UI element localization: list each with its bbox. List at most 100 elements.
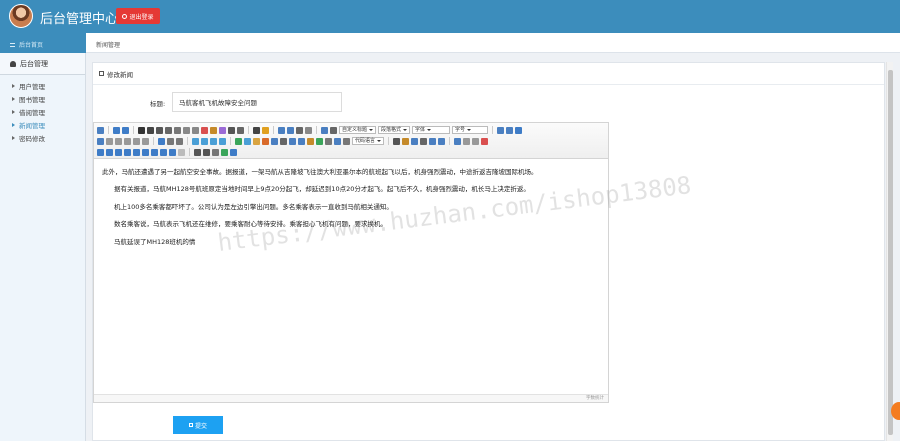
sidebar-item-books[interactable]: 图书管理 xyxy=(0,92,85,105)
split-rows-icon[interactable] xyxy=(160,148,167,156)
format-match-icon[interactable] xyxy=(210,126,217,134)
attachment-icon[interactable] xyxy=(280,137,287,145)
insert-video-icon[interactable] xyxy=(271,137,278,145)
delete-col-icon[interactable] xyxy=(115,148,122,156)
font-size-select[interactable]: 字号 xyxy=(452,126,489,134)
submit-button[interactable]: 提交 xyxy=(173,416,223,434)
insert-image-icon[interactable] xyxy=(244,137,251,145)
delete-table-icon[interactable] xyxy=(463,137,471,145)
subscript-icon[interactable] xyxy=(192,126,199,134)
horizontal-icon[interactable] xyxy=(393,137,401,145)
insert-frame-icon[interactable] xyxy=(298,137,305,145)
strikethrough-icon[interactable] xyxy=(174,126,181,134)
sidebar-item-label: 借阅管理 xyxy=(19,108,45,117)
snapscreen-icon[interactable] xyxy=(429,137,437,145)
simple-upload-icon[interactable] xyxy=(235,137,242,145)
blockquote-icon[interactable] xyxy=(228,126,235,134)
line-height-icon[interactable] xyxy=(330,126,337,134)
split-cols-icon[interactable] xyxy=(169,148,176,156)
source-icon[interactable] xyxy=(97,126,104,134)
pasteplain-icon[interactable] xyxy=(237,126,244,134)
spechars-icon[interactable] xyxy=(420,137,428,145)
chart-icon[interactable] xyxy=(178,148,185,156)
image-none-icon[interactable] xyxy=(192,137,199,145)
back-color-icon[interactable] xyxy=(262,126,269,134)
rich-text-editor[interactable]: 自定义标题 段落格式 字体 字号 代码语言 此外，马航还遭遇了另一起航空安全事故… xyxy=(93,122,609,403)
align-left-icon[interactable] xyxy=(97,137,104,145)
template-icon[interactable] xyxy=(334,137,341,145)
background-icon[interactable] xyxy=(343,137,350,145)
insert-row-icon[interactable] xyxy=(481,137,489,145)
avatar[interactable] xyxy=(9,4,33,28)
align-center-icon[interactable] xyxy=(106,137,113,145)
custom-style-select[interactable]: 自定义标题 xyxy=(339,126,377,134)
sidebar-home-link[interactable]: 后台首页 xyxy=(0,33,86,53)
superscript-icon[interactable] xyxy=(183,126,190,134)
title-input[interactable] xyxy=(172,92,342,112)
link-icon[interactable] xyxy=(158,137,165,145)
logout-button[interactable]: 退出登录 xyxy=(116,8,160,24)
help-icon[interactable] xyxy=(230,148,237,156)
insert-col-icon[interactable] xyxy=(106,148,113,156)
code-language-select[interactable]: 代码语言 xyxy=(352,137,385,145)
map-icon[interactable] xyxy=(289,137,296,145)
tolowercase-icon[interactable] xyxy=(142,137,149,145)
sidebar-title[interactable]: 后台管理 xyxy=(0,53,85,75)
remove-format-icon[interactable] xyxy=(201,126,208,134)
toolbar-separator xyxy=(108,126,109,134)
scrollbar-thumb[interactable] xyxy=(888,70,893,435)
directionality-ltr-icon[interactable] xyxy=(497,126,505,134)
unlink-icon[interactable] xyxy=(167,137,174,145)
webapp-icon[interactable] xyxy=(316,137,323,145)
editor-content[interactable]: 此外，马航还遭遇了另一起航空安全事故。据报道，一架马航从吉隆坡飞往澳大利亚墨尔本… xyxy=(94,159,608,264)
sidebar-item-password[interactable]: 密码修改 xyxy=(0,131,85,144)
ordered-list-icon[interactable] xyxy=(278,126,285,134)
anchor-icon[interactable] xyxy=(176,137,183,145)
directionality-rtl-icon[interactable] xyxy=(506,126,514,134)
clear-doc-icon[interactable] xyxy=(305,126,312,134)
insert-code-icon[interactable] xyxy=(307,137,314,145)
time-icon[interactable] xyxy=(411,137,419,145)
font-family-select[interactable]: 字体 xyxy=(412,126,451,134)
align-justify-icon[interactable] xyxy=(124,137,131,145)
emotion-icon[interactable] xyxy=(253,137,260,145)
drafts-icon[interactable] xyxy=(221,148,228,156)
image-center-icon[interactable] xyxy=(219,137,226,145)
wordimage-icon[interactable] xyxy=(438,137,446,145)
auto-typeset-icon[interactable] xyxy=(219,126,226,134)
border-icon[interactable] xyxy=(165,126,172,134)
select-all-icon[interactable] xyxy=(296,126,303,134)
bold-icon[interactable] xyxy=(138,126,145,134)
print-icon[interactable] xyxy=(194,148,201,156)
insert-table-icon[interactable] xyxy=(454,137,462,145)
font-color-icon[interactable] xyxy=(253,126,260,134)
image-right-icon[interactable] xyxy=(210,137,217,145)
merge-right-icon[interactable] xyxy=(133,148,140,156)
split-cells-icon[interactable] xyxy=(151,148,158,156)
page-scrollbar[interactable] xyxy=(886,62,893,441)
underline-icon[interactable] xyxy=(156,126,163,134)
touppercase-icon[interactable] xyxy=(133,137,140,145)
scrawl-icon[interactable] xyxy=(262,137,269,145)
delete-row-icon[interactable] xyxy=(97,148,104,156)
redo-icon[interactable] xyxy=(122,126,129,134)
merge-cells-icon[interactable] xyxy=(124,148,131,156)
paragraph-select[interactable]: 段落格式 xyxy=(378,126,411,134)
sidebar-item-users[interactable]: 用户管理 xyxy=(0,79,85,92)
sidebar-item-borrow[interactable]: 借阅管理 xyxy=(0,105,85,118)
search-replace-icon[interactable] xyxy=(212,148,219,156)
unordered-list-icon[interactable] xyxy=(287,126,294,134)
row-spacing-icon[interactable] xyxy=(321,126,328,134)
insert-paragraph-icon[interactable] xyxy=(472,137,480,145)
date-icon[interactable] xyxy=(402,137,410,145)
sidebar-item-news[interactable]: 新闻管理 xyxy=(0,118,85,131)
floating-chat-icon[interactable] xyxy=(891,402,900,420)
align-right-icon[interactable] xyxy=(115,137,122,145)
preview-icon[interactable] xyxy=(203,148,210,156)
indent-icon[interactable] xyxy=(515,126,523,134)
undo-icon[interactable] xyxy=(113,126,120,134)
image-left-icon[interactable] xyxy=(201,137,208,145)
pagebreak-icon[interactable] xyxy=(325,137,332,145)
italic-icon[interactable] xyxy=(147,126,154,134)
merge-down-icon[interactable] xyxy=(142,148,149,156)
